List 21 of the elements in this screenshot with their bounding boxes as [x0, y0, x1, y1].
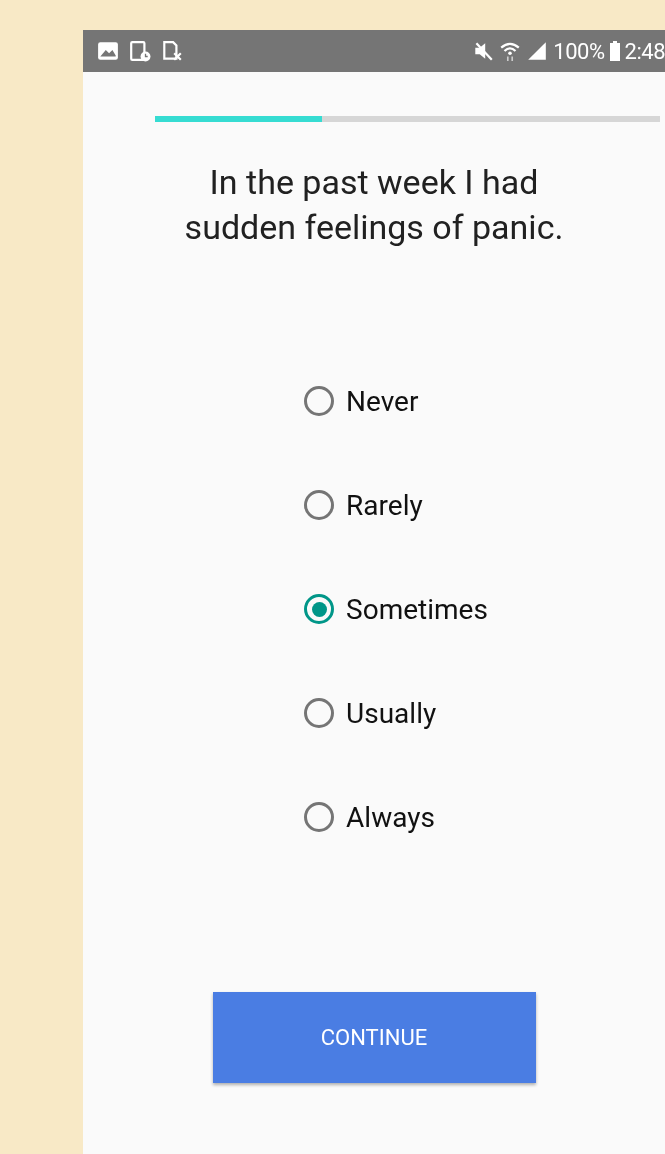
- clock-time: 2:48: [624, 38, 665, 64]
- option-label[interactable]: Always: [346, 800, 435, 834]
- option-label[interactable]: Never: [346, 384, 419, 418]
- radio-button[interactable]: [304, 802, 335, 832]
- wifi-icon: [499, 40, 522, 62]
- question-text: In the past week I had sudden feelings of panic.: [183, 161, 565, 249]
- battery-percent: 100%: [553, 38, 605, 64]
- continue-button[interactable]: CONTINUE: [212, 992, 536, 1083]
- image-icon: [97, 40, 119, 62]
- option-label[interactable]: Sometimes: [346, 592, 488, 626]
- option-label[interactable]: Usually: [346, 696, 437, 730]
- signal-icon: [526, 40, 549, 62]
- radio-button[interactable]: [304, 594, 335, 624]
- mute-icon: [472, 40, 495, 62]
- document-clock-icon: [129, 40, 151, 62]
- sim-x-icon: [161, 40, 183, 62]
- radio-button[interactable]: [304, 386, 335, 416]
- battery-icon: [609, 41, 620, 61]
- radio-button[interactable]: [304, 490, 335, 520]
- radio-button[interactable]: [304, 698, 335, 728]
- option-label[interactable]: Rarely: [346, 488, 423, 522]
